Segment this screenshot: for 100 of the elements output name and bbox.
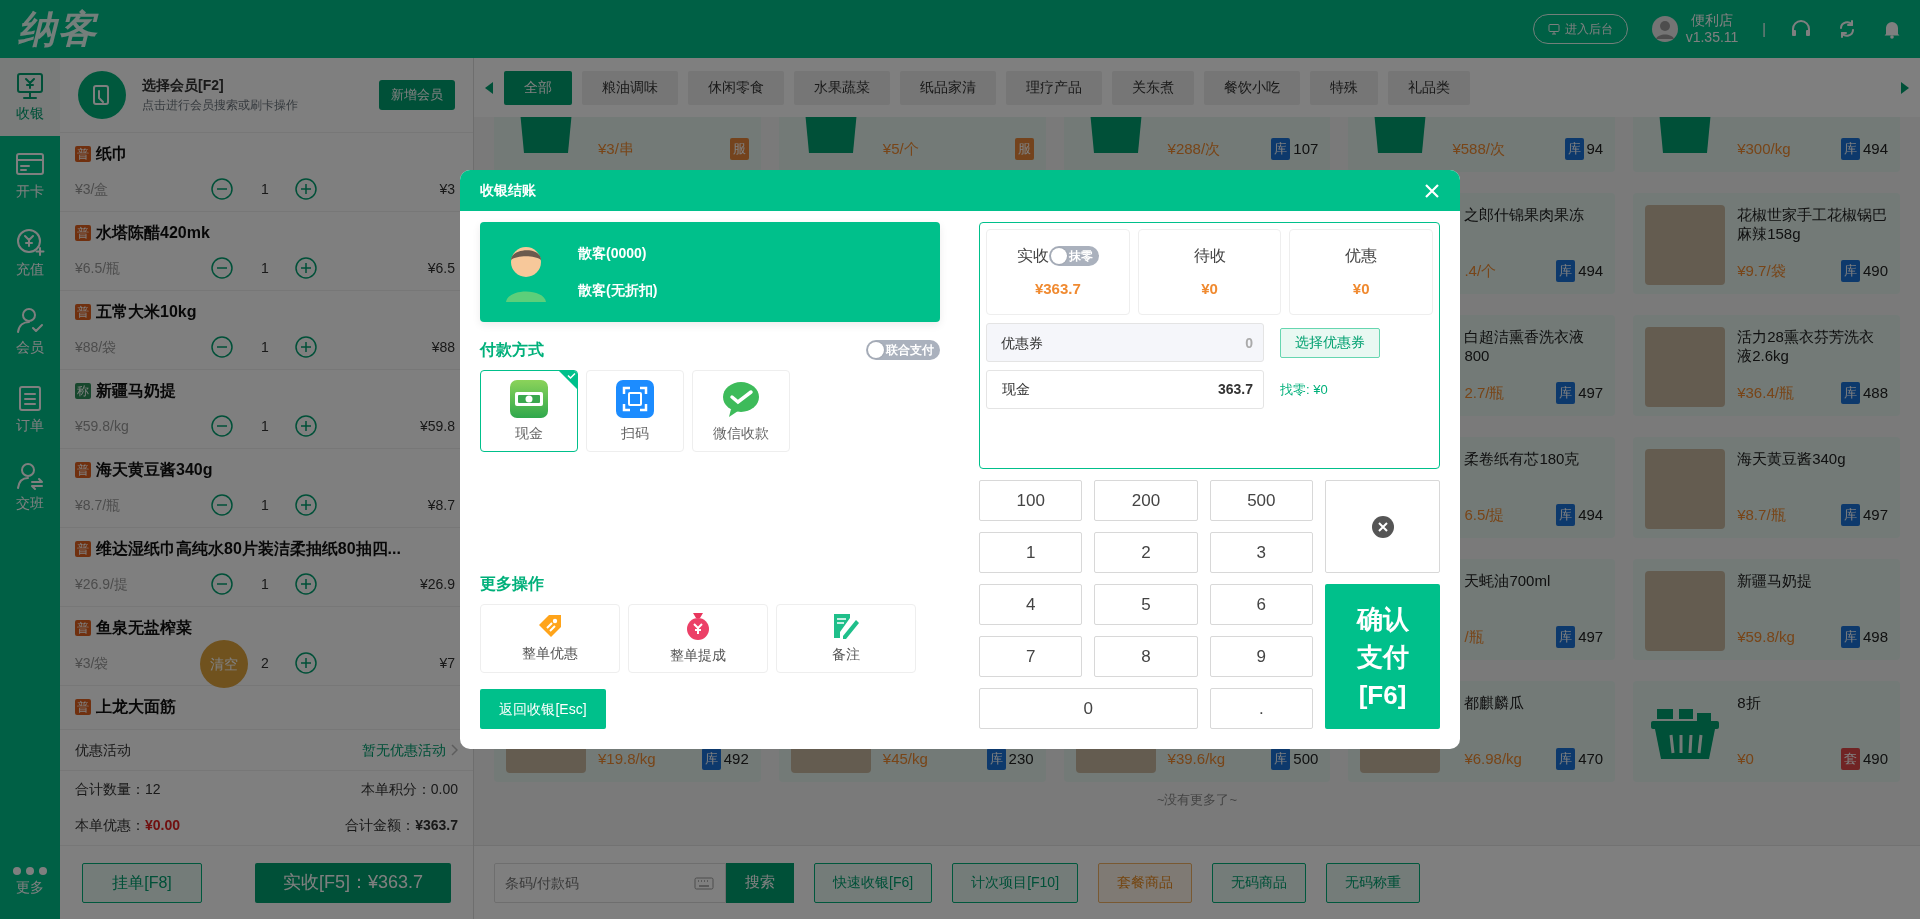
keypad-key[interactable]: 3 <box>1209 532 1313 573</box>
keypad-key[interactable]: 200 <box>1094 480 1198 521</box>
more-action-button[interactable]: 备注 <box>776 604 916 673</box>
item-tag: 普 <box>75 620 91 636</box>
total-label: 合计金额： <box>345 817 416 833</box>
section-title: 付款方式 <box>480 340 544 360</box>
barcode-search-field[interactable]: 条码/付款码 <box>494 862 726 903</box>
section-title: 更多操作 <box>480 575 544 592</box>
plus-icon[interactable] <box>295 415 317 437</box>
stock-tag: 库 <box>1840 138 1860 160</box>
product-card[interactable]: ¥3/串 服 <box>494 117 761 172</box>
dots-icon <box>13 866 47 875</box>
product-card[interactable]: 8折 ¥0 套 490 <box>1633 681 1900 782</box>
subtotal-text: ¥59.8 <box>418 416 455 436</box>
select-coupon-button[interactable]: 选择优惠券 <box>1280 327 1380 358</box>
category-tab[interactable]: 粮油调味 <box>582 70 678 105</box>
product-name: 海天黄豆酱340g <box>1737 449 1847 468</box>
keypad-key[interactable]: 8 <box>1094 636 1198 677</box>
add-member-button[interactable]: 新增会员 <box>379 80 455 110</box>
keypad-key[interactable]: . <box>1209 688 1313 729</box>
monitor-icon <box>1547 23 1560 35</box>
category-tab[interactable]: 餐饮小吃 <box>1204 70 1300 105</box>
minus-icon[interactable] <box>211 336 233 358</box>
nav-item[interactable]: 开卡 <box>0 136 60 214</box>
nav-item[interactable]: 交班 <box>0 448 60 526</box>
minus-icon[interactable] <box>211 178 233 200</box>
plus-icon[interactable] <box>295 652 317 674</box>
member-avatar-icon[interactable] <box>78 71 126 119</box>
stock-tag: 库 <box>1556 504 1576 526</box>
product-card[interactable]: 活力28熏衣芬芳洗衣液2.6kg ¥36.4/瓶 库 488 <box>1633 315 1900 416</box>
avatar-icon[interactable] <box>1651 16 1678 42</box>
product-card[interactable]: 新疆马奶提 ¥59.8/kg 库 498 <box>1633 559 1900 660</box>
category-tab[interactable]: 全部 <box>504 70 572 105</box>
category-tab[interactable]: 关东煮 <box>1112 70 1194 105</box>
category-tab[interactable]: 礼品类 <box>1388 70 1470 105</box>
keypad-key[interactable]: 2 <box>1094 532 1198 573</box>
stock-count: 492 <box>723 748 749 769</box>
keypad-key[interactable]: 6 <box>1209 584 1313 625</box>
keypad-key[interactable]: 5 <box>1094 584 1198 625</box>
nav-item[interactable]: 收银 <box>0 58 60 136</box>
member-select-title[interactable]: 选择会员[F2] <box>142 75 363 97</box>
search-button[interactable]: 搜索 <box>726 862 794 903</box>
close-icon[interactable] <box>1424 182 1440 199</box>
cash-field[interactable]: 现金 363.7 <box>986 370 1264 409</box>
hold-order-button[interactable]: 挂单[F8] <box>82 862 202 903</box>
product-card[interactable]: ¥288/次 库 107 <box>1063 117 1331 172</box>
customer-level: 散客(无折扣) <box>578 281 658 300</box>
product-price: ¥45/kg <box>882 748 928 769</box>
action-button[interactable]: 快速收银[F6] <box>814 862 933 903</box>
keypad-key[interactable]: 1 <box>979 532 1083 573</box>
total-label: 本单积分： <box>360 781 431 797</box>
plus-icon[interactable] <box>295 573 317 595</box>
back-button[interactable]: 返回收银[Esc] <box>480 689 606 729</box>
bell-icon[interactable] <box>1882 19 1902 39</box>
stock-count: 494 <box>1578 260 1604 281</box>
category-tab[interactable]: 水果蔬菜 <box>794 70 890 105</box>
checkout-button[interactable]: 实收[F5]：¥363.7 <box>255 862 451 903</box>
plus-icon[interactable] <box>295 257 317 279</box>
confirm-payment-button[interactable]: 确认支付[F6] <box>1325 584 1440 729</box>
product-card[interactable]: 花椒世家手工花椒锅巴麻辣158g ¥9.7/袋 库 490 <box>1633 193 1900 294</box>
category-tab[interactable]: 纸品家清 <box>900 70 996 105</box>
total-value: ¥363.7 <box>415 817 458 833</box>
category-tab[interactable]: 休闲零食 <box>688 70 784 105</box>
product-card[interactable]: 海天黄豆酱340g ¥8.7/瓶 库 497 <box>1633 437 1900 538</box>
more-action-button[interactable]: 整单提成 <box>628 604 768 673</box>
stock-tag: 库 <box>1556 748 1576 770</box>
minus-icon[interactable] <box>211 494 233 516</box>
keyboard-icon[interactable] <box>694 876 714 890</box>
more-action-button[interactable]: 整单优惠 <box>480 604 620 673</box>
category-tab[interactable]: 理疗产品 <box>1006 70 1102 105</box>
minus-icon[interactable] <box>211 257 233 279</box>
keypad-key[interactable]: 7 <box>979 636 1083 677</box>
left-triangle-icon[interactable] <box>484 80 494 95</box>
delete-key[interactable] <box>1325 480 1440 573</box>
keypad-key[interactable]: 9 <box>1209 636 1313 677</box>
category-tab[interactable]: 特殊 <box>1310 70 1378 105</box>
product-card[interactable]: ¥300/kg 库 494 <box>1633 117 1900 172</box>
payment-option[interactable]: 扫码 <box>586 370 684 452</box>
keypad-key[interactable]: 100 <box>979 480 1083 521</box>
minus-icon[interactable] <box>211 573 233 595</box>
payment-option[interactable]: 现金 <box>480 370 578 452</box>
keypad-key[interactable]: 500 <box>1209 480 1313 521</box>
action-button[interactable]: 无码商品 <box>1212 862 1307 903</box>
minus-icon[interactable] <box>211 415 233 437</box>
promo-value[interactable]: 暂无优惠活动 <box>362 739 446 761</box>
action-button[interactable]: 无码称重 <box>1326 862 1421 903</box>
plus-icon[interactable] <box>295 494 317 516</box>
toggle-switch[interactable]: 联合支付 <box>866 340 940 360</box>
payment-option[interactable]: 微信收款 <box>692 370 790 452</box>
plus-icon[interactable] <box>295 336 317 358</box>
keypad-key[interactable]: 4 <box>979 584 1083 625</box>
stock-tag: 套 <box>1840 748 1860 770</box>
customer-name: 散客(0000) <box>578 244 648 263</box>
action-button[interactable]: 计次项目[F10] <box>952 862 1079 903</box>
keypad-key[interactable]: 0 <box>979 688 1198 729</box>
toggle-switch[interactable]: 抹零 <box>1048 245 1099 266</box>
product-card[interactable]: ¥588/次 库 94 <box>1348 117 1616 172</box>
product-card[interactable]: ¥5/个 服 <box>778 117 1046 172</box>
right-triangle-icon[interactable] <box>1900 80 1910 95</box>
plus-icon[interactable] <box>295 178 317 200</box>
